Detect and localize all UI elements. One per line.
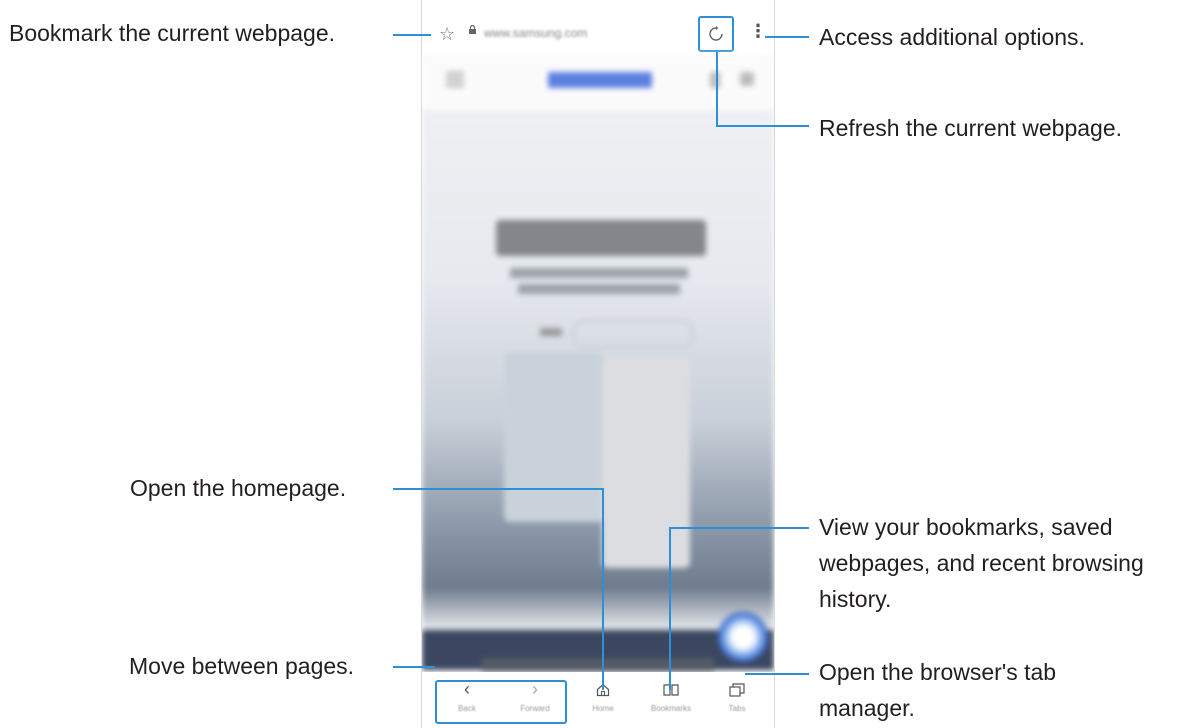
bookmark-star-icon[interactable]: ☆ [439,24,455,45]
nav-tabs-label: Tabs [728,704,746,713]
hero-subtitle [510,268,688,278]
nav-tabs[interactable]: Tabs [712,678,762,713]
leader-line-homepage-v [602,488,604,690]
nav-bookmarks[interactable]: Bookmarks [646,678,696,713]
refresh-button[interactable] [698,16,734,52]
browser-screen: ☆ www.samsung.com ⋮ ‹ Back › Forward Hom… [421,0,775,728]
leader-line-bookmarks-v [669,527,671,690]
nav-back-label: Back [458,704,476,713]
leader-line-refresh-h [716,125,809,127]
callout-tabs-2: manager. [819,695,915,721]
nav-home-label: Home [592,704,614,713]
hero-link [540,328,562,336]
product-image [602,358,690,568]
chevron-left-icon: ‹ [464,679,470,699]
hero-banner [422,110,774,672]
leader-line-tabs [745,673,809,675]
nav-bookmarks-label: Bookmarks [650,704,691,713]
callout-bookmark: Bookmark the current webpage. [9,20,336,46]
leader-line-homepage-h [393,488,604,490]
bottom-navigation: ‹ Back › Forward Home Bookmarks Tabs [422,672,774,728]
callout-refresh: Refresh the current webpage. [819,115,1123,141]
address-bar[interactable]: ☆ www.samsung.com ⋮ [422,16,774,54]
leader-line-bookmark [393,34,431,36]
url-text[interactable]: www.samsung.com [484,26,587,40]
site-header [422,54,774,110]
nav-forward-label: Forward [520,704,550,713]
hero-button [572,320,694,348]
webpage-content[interactable] [422,54,774,672]
more-options-icon[interactable]: ⋮ [749,21,767,42]
site-menu-icon [446,72,464,88]
promo-title [482,658,714,672]
nav-forward[interactable]: › Forward [510,678,560,713]
site-user-icon [710,72,720,88]
hero-subtitle [518,284,680,294]
refresh-icon [709,26,723,41]
bookmarks-icon [646,678,696,700]
chevron-right-icon: › [532,679,538,699]
hero-title [496,220,706,256]
callout-homepage: Open the homepage. [130,475,347,501]
callout-bookmarks-2: webpages, and recent browsing [819,550,1144,576]
callout-move: Move between pages. [129,653,355,679]
site-search-icon [740,72,754,86]
lock-icon [469,25,476,34]
leader-line-options [765,36,809,38]
product-image [504,352,604,522]
site-logo [548,72,652,88]
callout-bookmarks-1: View your bookmarks, saved [819,514,1113,540]
floating-action-icon [718,612,768,662]
callout-options: Access additional options. [819,24,1085,50]
callout-bookmarks-3: history. [819,586,892,612]
tabs-icon [712,678,762,700]
nav-back[interactable]: ‹ Back [442,678,492,713]
leader-line-refresh-v [716,52,718,126]
callout-tabs-1: Open the browser's tab [819,659,1057,685]
leader-line-bookmarks-h [669,527,809,529]
leader-line-move [393,666,435,668]
